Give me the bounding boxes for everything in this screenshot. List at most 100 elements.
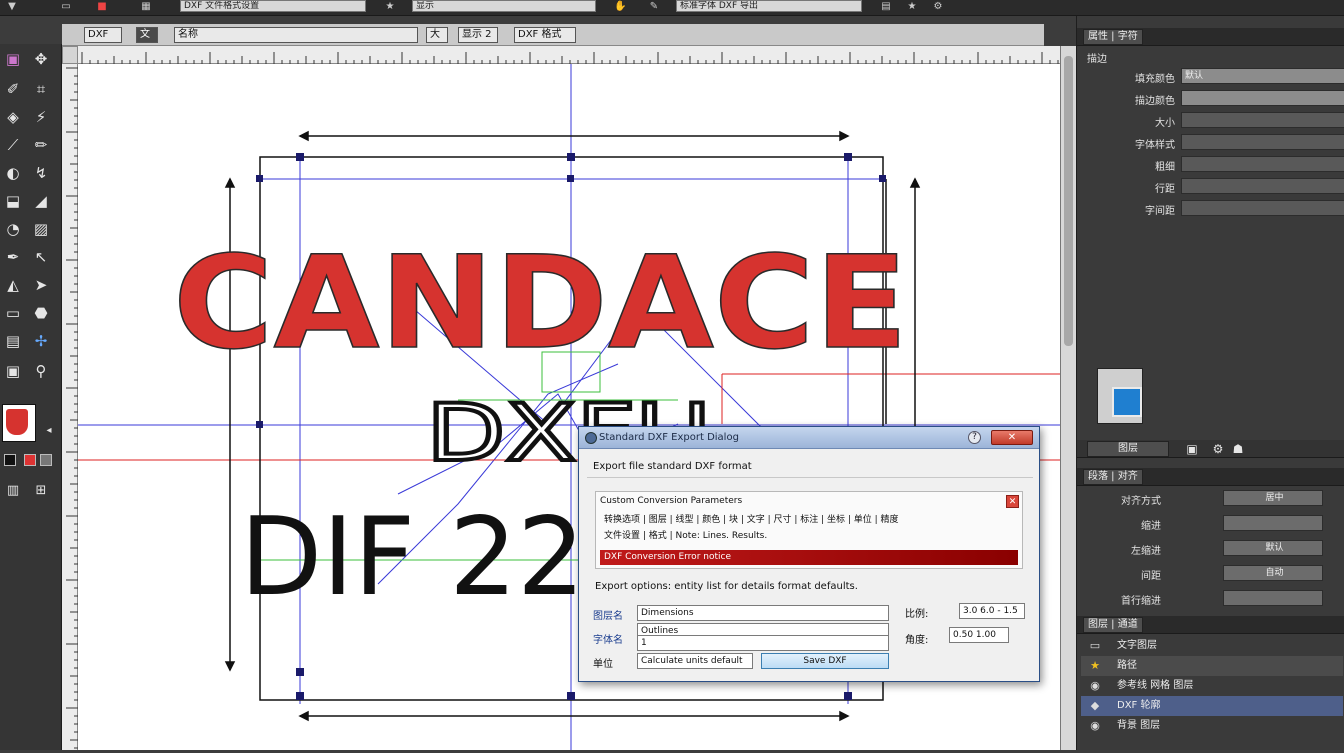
angle-input[interactable]: 0.50 1.00 [949, 627, 1009, 643]
eraser-icon[interactable]: ⬓ [2, 190, 24, 212]
history-brush-icon[interactable]: ↯ [30, 162, 52, 184]
paragraph-field[interactable]: 居中 [1223, 490, 1323, 506]
layout-icon[interactable]: ▤ [880, 1, 892, 13]
property-field[interactable] [1181, 156, 1344, 172]
record-icon[interactable]: ■ [96, 1, 108, 13]
layer-row[interactable]: ◉ 背景 图层 [1081, 716, 1343, 736]
artboard-icon[interactable]: ⊞ [30, 480, 52, 502]
layer-row[interactable]: ★ 路径 [1081, 656, 1343, 676]
blur-icon[interactable]: ◔ [2, 218, 24, 240]
file-chip[interactable]: 文件 [136, 27, 158, 43]
eyedropper-icon[interactable]: ✢ [30, 330, 52, 352]
preset-field[interactable]: 标准字体 DXF 导出 [676, 0, 862, 12]
hand-icon[interactable]: ✋ [614, 1, 626, 13]
group-line-1: 转换选项 | 图层 | 线型 | 颜色 | 块 | 文字 | 尺寸 | 标注 |… [604, 515, 899, 525]
dodge-icon[interactable]: ▨ [30, 218, 52, 240]
name-field[interactable]: 名称 [174, 27, 418, 43]
paragraph-field[interactable] [1223, 590, 1323, 606]
property-label: 粗细 [1155, 162, 1175, 173]
dialog-close-button[interactable]: ✕ [991, 430, 1033, 445]
property-field[interactable] [1181, 134, 1344, 150]
save-icon[interactable]: ▣ [1181, 438, 1203, 460]
stamp-icon[interactable]: ◐ [2, 162, 24, 184]
paragraph-label: 间距 [1141, 571, 1161, 582]
horizontal-ruler [62, 46, 1060, 64]
property-label: 字间距 [1145, 206, 1175, 217]
foreground-color-swatch[interactable] [2, 404, 36, 442]
move-icon[interactable]: ✥ [30, 48, 52, 70]
display-chip[interactable]: 显示 2 [458, 27, 498, 43]
property-field[interactable]: 默认 [1181, 68, 1344, 84]
canvas-line3-text[interactable]: DIF 22 [240, 495, 585, 620]
scroll-thumb[interactable] [1064, 56, 1073, 346]
quick-mask-icon[interactable] [24, 454, 36, 466]
preview-thumbnail[interactable] [1097, 368, 1143, 424]
menu-icon[interactable]: ▼ [6, 1, 18, 13]
save-dxf-button[interactable]: Save DXF [761, 653, 889, 669]
color-picker-icon[interactable]: ▣ [2, 48, 24, 70]
type-icon[interactable]: ◭ [2, 274, 24, 296]
fill-icon[interactable]: ◢ [30, 190, 52, 212]
pencil-icon[interactable]: ✏ [30, 134, 52, 156]
favorite-icon[interactable]: ★ [906, 1, 918, 13]
property-field[interactable] [1181, 90, 1344, 106]
nav-layers-button[interactable]: 图层 [1087, 441, 1169, 457]
tab-properties[interactable]: 属性 | 字符 [1083, 29, 1143, 45]
screen-mode-icon[interactable] [40, 454, 52, 466]
layer-name: 文字图层 [1117, 640, 1157, 651]
direct-select-icon[interactable]: ➤ [30, 274, 52, 296]
selection-icon[interactable]: ◈ [2, 106, 24, 128]
frame-icon[interactable]: ▥ [2, 480, 24, 502]
hand-tool-icon[interactable]: ▣ [2, 360, 24, 382]
field3-input[interactable]: Calculate units default [637, 653, 753, 669]
property-field[interactable] [1181, 200, 1344, 216]
pen-icon[interactable]: ✒ [2, 246, 24, 268]
gear-icon[interactable]: ⚙ [1207, 438, 1229, 460]
path-icon[interactable]: ↖ [30, 246, 52, 268]
brush-tool-icon[interactable]: ⟋ [2, 134, 24, 156]
swap-colors-icon[interactable]: ◂ [38, 420, 60, 442]
layer-row[interactable]: ◉ 参考线 网格 图层 [1081, 676, 1343, 696]
tab-paragraph[interactable]: 段落 | 对齐 [1083, 469, 1143, 485]
layer-row[interactable]: ▭ 文字图层 [1081, 636, 1343, 656]
custom-shape-icon[interactable]: ⬣ [30, 302, 52, 324]
wand-icon[interactable]: ⚡ [30, 106, 52, 128]
canvas-title-text[interactable]: CANDACE [172, 228, 909, 379]
paragraph-field[interactable]: 自动 [1223, 565, 1323, 581]
paragraph-label: 首行缩进 [1121, 596, 1161, 607]
help-icon[interactable]: ? [968, 431, 981, 444]
preview-image-icon [1112, 387, 1142, 417]
tab-layers[interactable]: 图层 | 通道 [1083, 617, 1143, 633]
file-icon[interactable]: ▭ [60, 1, 72, 13]
shape-icon[interactable]: ▭ [2, 302, 24, 324]
lasso-icon[interactable]: ✐ [2, 78, 24, 100]
default-colors-icon[interactable] [4, 454, 16, 466]
dialog-divider [587, 477, 1033, 478]
group-close-icon[interactable]: ✕ [1006, 495, 1019, 508]
notes-icon[interactable]: ▤ [2, 330, 24, 352]
scale-input[interactable]: 3.0 6.0 - 1.5 [959, 603, 1025, 619]
crop-icon[interactable]: ⌗ [30, 78, 52, 100]
layer-row[interactable]: ◆ DXF 轮廓 [1081, 696, 1343, 716]
dialog-titlebar[interactable]: Standard DXF Export Dialog ? ✕ [579, 427, 1039, 449]
paragraph-field[interactable] [1223, 515, 1323, 531]
grid-icon[interactable]: ▦ [140, 1, 152, 13]
document-field[interactable]: DXF 文件格式设置 [180, 0, 366, 12]
field2b-input[interactable]: 1 [637, 635, 889, 651]
people-icon[interactable]: ☗ [1227, 438, 1249, 460]
brush-icon[interactable]: ✎ [648, 1, 660, 13]
vertical-scrollbar[interactable] [1060, 46, 1076, 750]
size-chip[interactable]: 大小 [426, 27, 448, 43]
star-icon[interactable]: ★ [384, 1, 396, 13]
ruler-origin[interactable] [62, 46, 78, 64]
settings-icon[interactable]: ⚙ [932, 1, 944, 13]
dialog-app-icon [585, 432, 597, 444]
format-chip[interactable]: DXF 格式 [514, 27, 576, 43]
tool-preset-chip[interactable]: DXF 工具 [84, 27, 122, 43]
property-field[interactable] [1181, 178, 1344, 194]
paragraph-field[interactable]: 默认 [1223, 540, 1323, 556]
property-field[interactable] [1181, 112, 1344, 128]
zoom-tool-icon[interactable]: ⚲ [30, 360, 52, 382]
zoom-field[interactable]: 显示 [412, 0, 596, 12]
field1-input[interactable]: Dimensions [637, 605, 889, 621]
